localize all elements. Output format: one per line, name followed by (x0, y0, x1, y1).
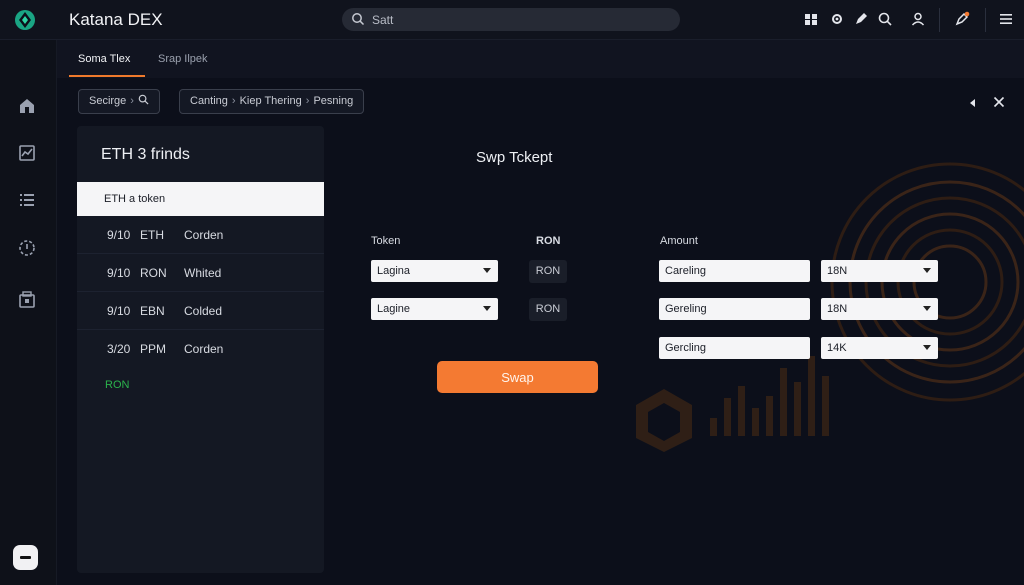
list-item[interactable]: 9/10 RON Whited (77, 254, 324, 292)
tab-bar: Soma Tlex Srap Ilpek (57, 40, 1024, 78)
app-title: Katana DEX (69, 10, 163, 29)
list-icon[interactable] (17, 190, 37, 210)
user-icon[interactable] (910, 11, 926, 27)
token-list-panel: ETH 3 frinds ETH a token 9/10 ETH Corden… (77, 126, 324, 573)
chevron-down-icon (923, 268, 931, 273)
list-item-token: PPM (140, 342, 167, 356)
amount-input[interactable]: Gercling (659, 337, 810, 359)
amount-input[interactable]: Careling (659, 260, 810, 282)
panel-title: ETH 3 frinds (101, 146, 190, 163)
pen-icon[interactable] (853, 11, 869, 27)
breadcrumb-item[interactable]: Pesning (313, 95, 353, 107)
breadcrumb-item[interactable]: Canting (190, 95, 228, 107)
ron-value: RON (529, 260, 567, 283)
unit-select-value: 14K (827, 342, 847, 354)
search-icon (138, 94, 149, 105)
chevron-down-icon (923, 345, 931, 350)
unit-select[interactable]: 18N (821, 298, 938, 320)
breadcrumb-separator: › (231, 95, 236, 107)
chevron-left-icon[interactable] (966, 96, 980, 110)
amount-input[interactable]: Gereling (659, 298, 810, 320)
list-item-selected[interactable]: ETH a token (77, 182, 324, 216)
toolbar-divider (939, 8, 940, 32)
notification-icon[interactable] (954, 11, 970, 27)
settings-icon[interactable] (829, 11, 845, 27)
breadcrumb-separator: › (130, 95, 134, 107)
token-select[interactable]: Lagina (371, 260, 498, 282)
ron-value: RON (529, 298, 567, 321)
breadcrumb: Canting › Kiep Thering › Pesning (179, 89, 365, 114)
collapse-sidebar-button[interactable] (13, 545, 38, 570)
list-item-status: Whited (184, 266, 222, 280)
swap-button[interactable]: Swap (437, 361, 598, 393)
menu-icon[interactable] (998, 11, 1014, 27)
search-icon (352, 13, 365, 26)
toolbar-divider (985, 8, 986, 32)
timer-icon[interactable] (17, 238, 37, 258)
unit-select-value: 18N (827, 265, 848, 277)
top-bar: Katana DEX (0, 0, 1024, 40)
list-item-status: Corden (184, 342, 224, 356)
close-icon[interactable] (992, 95, 1006, 109)
chart-icon[interactable] (17, 143, 37, 163)
list-item-token: EBN (140, 304, 165, 318)
list-item[interactable]: 9/10 ETH Corden (77, 216, 324, 254)
chevron-down-icon (483, 268, 491, 273)
list-item-status: Colded (184, 304, 223, 318)
wallet-icon[interactable] (17, 290, 37, 310)
active-tab-indicator (69, 75, 145, 77)
sidebar (0, 40, 57, 585)
apps-icon[interactable] (803, 11, 819, 27)
chevron-down-icon (923, 306, 931, 311)
list-item-status: Corden (184, 228, 224, 242)
search-input[interactable] (372, 10, 662, 29)
tab-srap-ilpek[interactable]: Srap Ilpek (158, 53, 208, 65)
app-logo-icon[interactable] (14, 9, 36, 31)
list-item-date: 9/10 (107, 266, 131, 280)
unit-select[interactable]: 18N (821, 260, 938, 282)
token-select-value: Lagina (377, 265, 411, 277)
list-item-date: 9/10 (107, 228, 131, 242)
list-item-token: RON (140, 266, 167, 280)
ron-column-label: RON (536, 235, 561, 247)
list-item-date: 3/20 (107, 342, 131, 356)
list-item-date: 9/10 (107, 304, 131, 318)
unit-select[interactable]: 14K (821, 337, 938, 359)
search-bar[interactable] (342, 8, 680, 31)
breadcrumb-item[interactable]: Kiep Thering (240, 95, 302, 107)
list-item-token: ETH (140, 228, 164, 242)
token-column-label: Token (371, 235, 401, 247)
breadcrumb-separator: › (305, 95, 310, 107)
footer-token[interactable]: RON (105, 379, 129, 391)
search-icon-top[interactable] (877, 11, 893, 27)
token-select-value: Lagine (377, 303, 411, 315)
chevron-down-icon (483, 306, 491, 311)
breadcrumb-filter[interactable]: Secirge › (78, 89, 160, 114)
swap-ticket-title: Swp Tckept (476, 149, 553, 166)
breadcrumb-item: Secirge (89, 95, 127, 107)
tab-soma-tlex[interactable]: Soma Tlex (78, 53, 130, 65)
unit-select-value: 18N (827, 303, 848, 315)
list-item[interactable]: 3/20 PPM Corden (77, 330, 324, 368)
amount-column-label: Amount (660, 235, 698, 247)
home-icon[interactable] (17, 96, 37, 116)
token-select[interactable]: Lagine (371, 298, 498, 320)
list-item[interactable]: 9/10 EBN Colded (77, 292, 324, 330)
